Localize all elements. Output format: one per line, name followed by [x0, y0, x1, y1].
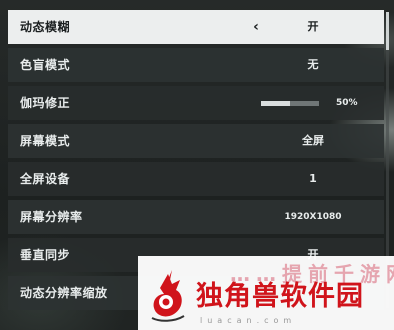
setting-value: 全屏 [302, 134, 324, 147]
unicorn-logo-icon [151, 270, 185, 322]
setting-value: 1 [309, 172, 317, 185]
setting-row-gamma[interactable]: 伽玛修正 50% [8, 86, 384, 120]
watermark-banner: ……提前千游网 独角兽软件园 luacan.com [138, 256, 394, 330]
setting-label: 屏幕分辨率 [20, 210, 83, 224]
setting-row-fullscreen-device[interactable]: 全屏设备 1 [8, 162, 384, 196]
setting-row-screen-mode[interactable]: 屏幕模式 全屏 [8, 124, 384, 158]
setting-label: 动态分辨率缩放 [20, 286, 108, 300]
setting-label: 动态模糊 [20, 20, 71, 34]
setting-value: 无 [307, 58, 319, 71]
setting-row-colorblind-mode[interactable]: 色盲模式 无 [8, 48, 384, 82]
scrollbar-thumb[interactable] [386, 12, 389, 50]
setting-label: 伽玛修正 [20, 96, 71, 110]
setting-value: 开 [307, 20, 319, 33]
setting-label: 色盲模式 [20, 58, 71, 72]
gamma-percent: 50% [336, 98, 358, 108]
gamma-slider[interactable] [261, 101, 319, 106]
setting-label: 屏幕模式 [20, 134, 71, 148]
setting-value: 1920X1080 [284, 212, 342, 222]
setting-label: 全屏设备 [20, 172, 71, 186]
watermark-title: 独角兽软件园 [196, 281, 364, 312]
setting-label: 垂直同步 [20, 248, 71, 262]
gamma-slider-fill [261, 101, 290, 106]
setting-row-resolution[interactable]: 屏幕分辨率 1920X1080 [8, 200, 384, 234]
watermark-url: luacan.com [200, 316, 297, 325]
setting-row-motion-blur[interactable]: 动态模糊 ‹ 开 [8, 10, 384, 44]
